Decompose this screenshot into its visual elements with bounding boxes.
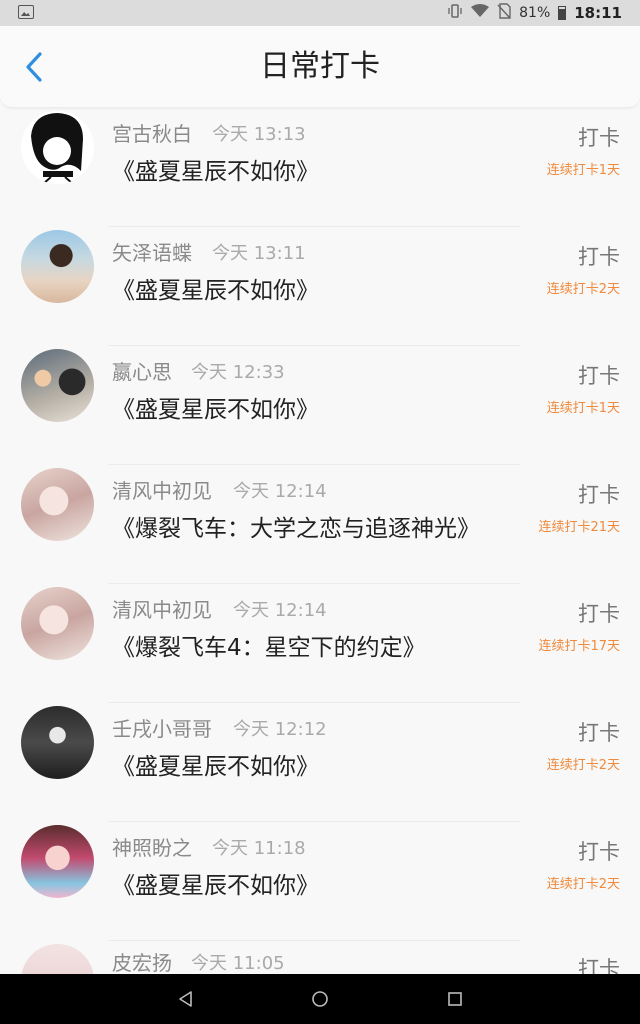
list-item[interactable]: 矢泽语蝶 今天 13:11 《盛夏星辰不如你》 打卡 连续打卡2天 xyxy=(0,227,640,346)
user-name: 嬴心思 xyxy=(112,360,172,384)
avatar[interactable] xyxy=(21,349,94,422)
checkin-button[interactable]: 打卡 xyxy=(578,717,620,747)
checkin-button[interactable]: 打卡 xyxy=(578,360,620,390)
nav-home-button[interactable] xyxy=(309,988,331,1010)
avatar[interactable] xyxy=(21,111,94,184)
post-time: 今天 11:18 xyxy=(212,838,306,859)
book-title[interactable]: 《爆裂飞车4：星空下的约定》 xyxy=(112,628,426,662)
system-nav-bar xyxy=(0,974,640,1024)
clock: 18:11 xyxy=(574,4,622,22)
checkin-list[interactable]: 宫古秋白 今天 13:13 《盛夏星辰不如你》 打卡 连续打卡1天 矢泽语蝶 今… xyxy=(0,108,640,974)
user-name: 皮宏扬 xyxy=(112,951,172,974)
status-bar: 81% 18:11 xyxy=(0,0,640,26)
post-time: 今天 13:11 xyxy=(212,243,306,264)
list-item[interactable]: 宫古秋白 今天 13:13 《盛夏星辰不如你》 打卡 连续打卡1天 xyxy=(0,108,640,227)
streak-label: 连续打卡21天 xyxy=(538,520,620,535)
streak-label: 连续打卡1天 xyxy=(546,163,620,178)
image-notification-icon xyxy=(18,5,34,19)
app-header: 日常打卡 xyxy=(0,26,640,108)
page-title: 日常打卡 xyxy=(260,49,380,84)
avatar[interactable] xyxy=(21,944,94,974)
list-item[interactable]: 神照盼之 今天 11:18 《盛夏星辰不如你》 打卡 连续打卡2天 xyxy=(0,822,640,941)
no-sim-icon xyxy=(497,3,511,23)
user-name: 宫古秋白 xyxy=(112,122,192,146)
list-item[interactable]: 清风中初见 今天 12:14 《爆裂飞车：大学之恋与追逐神光》 打卡 连续打卡2… xyxy=(0,465,640,584)
streak-label: 连续打卡2天 xyxy=(546,758,620,773)
checkin-button[interactable]: 打卡 xyxy=(578,598,620,628)
circle-home-icon xyxy=(312,991,328,1007)
post-time: 今天 12:14 xyxy=(233,600,327,621)
post-time: 今天 12:12 xyxy=(233,719,327,740)
post-time: 今天 12:33 xyxy=(191,362,285,383)
checkin-button[interactable]: 打卡 xyxy=(578,479,620,509)
nav-recents-button[interactable] xyxy=(444,988,466,1010)
avatar[interactable] xyxy=(21,825,94,898)
triangle-back-icon xyxy=(179,991,192,1007)
list-item[interactable]: 壬戌小哥哥 今天 12:12 《盛夏星辰不如你》 打卡 连续打卡2天 xyxy=(0,703,640,822)
avatar[interactable] xyxy=(21,230,94,303)
book-title[interactable]: 《盛夏星辰不如你》 xyxy=(112,747,319,781)
streak-label: 连续打卡17天 xyxy=(538,639,620,654)
checkin-button[interactable]: 打卡 xyxy=(578,836,620,866)
square-recents-icon xyxy=(448,992,462,1006)
user-name: 壬戌小哥哥 xyxy=(112,717,212,741)
user-name: 清风中初见 xyxy=(112,479,212,503)
battery-icon xyxy=(558,6,567,20)
nav-back-button[interactable] xyxy=(175,988,197,1010)
battery-percent: 81% xyxy=(519,5,551,21)
streak-label: 连续打卡2天 xyxy=(546,877,620,892)
list-item[interactable]: 清风中初见 今天 12:14 《爆裂飞车4：星空下的约定》 打卡 连续打卡17天 xyxy=(0,584,640,703)
avatar[interactable] xyxy=(21,706,94,779)
user-name: 神照盼之 xyxy=(112,836,192,860)
wifi-icon xyxy=(471,4,490,22)
list-item[interactable]: 皮宏扬 今天 11:05 打卡 xyxy=(0,941,640,974)
user-name: 矢泽语蝶 xyxy=(112,241,192,265)
checkin-button[interactable]: 打卡 xyxy=(578,241,620,271)
streak-label: 连续打卡2天 xyxy=(546,282,620,297)
streak-label: 连续打卡1天 xyxy=(546,401,620,416)
user-name: 清风中初见 xyxy=(112,598,212,622)
book-title[interactable]: 《盛夏星辰不如你》 xyxy=(112,271,319,305)
post-time: 今天 11:05 xyxy=(191,953,285,974)
book-title[interactable]: 《盛夏星辰不如你》 xyxy=(112,390,319,424)
book-title[interactable]: 《盛夏星辰不如你》 xyxy=(112,866,319,900)
list-item[interactable]: 嬴心思 今天 12:33 《盛夏星辰不如你》 打卡 连续打卡1天 xyxy=(0,346,640,465)
post-time: 今天 12:14 xyxy=(233,481,327,502)
avatar[interactable] xyxy=(21,468,94,541)
checkin-button[interactable]: 打卡 xyxy=(578,122,620,152)
book-title[interactable]: 《爆裂飞车：大学之恋与追逐神光》 xyxy=(112,509,480,543)
post-time: 今天 13:13 xyxy=(212,124,306,145)
checkin-button[interactable]: 打卡 xyxy=(578,953,620,974)
vibrate-icon xyxy=(447,3,463,23)
book-title[interactable]: 《盛夏星辰不如你》 xyxy=(112,152,319,186)
avatar[interactable] xyxy=(21,587,94,660)
